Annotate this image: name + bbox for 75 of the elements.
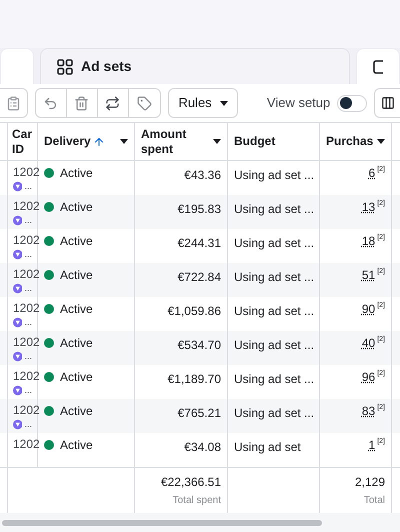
grid-icon	[57, 58, 73, 74]
delivery-status: Active	[60, 200, 93, 214]
tag-icon	[137, 96, 152, 110]
budget-text: Using ad set ...	[234, 236, 314, 250]
amount-spent: €195.83	[178, 202, 221, 216]
amount-spent: €244.31	[178, 236, 221, 250]
column-header[interactable]: Amount spent	[135, 123, 228, 160]
view-setup-label: View setup	[266, 94, 330, 112]
rules-dropdown[interactable]: Rules	[168, 88, 238, 118]
shield-icon	[13, 248, 22, 260]
delivery-status: Active	[60, 234, 93, 248]
tab[interactable]: Ad sets	[40, 48, 350, 84]
id-cell: 1202	[8, 433, 38, 467]
purchases-value[interactable]: 40	[362, 336, 376, 365]
caret-icon	[120, 139, 128, 144]
window-icon	[373, 60, 383, 74]
total-spent-label: Total spent	[172, 494, 221, 508]
budget-text: Using ad set ...	[234, 406, 314, 420]
purchases-value[interactable]: 96	[362, 370, 376, 399]
amount-spent: €765.21	[178, 406, 221, 420]
shield-icon	[13, 384, 22, 396]
shield-icon	[13, 282, 22, 294]
amount-spent: €534.70	[178, 338, 221, 352]
column-header[interactable]: Car ID	[8, 123, 38, 160]
delivery-status: Active	[60, 268, 93, 282]
delivery-status: Active	[60, 404, 93, 418]
purchases-value[interactable]: 90	[362, 302, 376, 331]
columns-button[interactable]	[374, 88, 400, 118]
sort-arrow-icon	[92, 136, 105, 148]
purchases-value[interactable]: 6	[368, 166, 376, 195]
delivery-status: Active	[60, 370, 93, 384]
clipboard-button[interactable]	[0, 88, 28, 118]
trash-icon	[74, 96, 90, 110]
repeat-icon	[105, 96, 120, 110]
purchases-value[interactable]: 51	[362, 268, 376, 297]
shield-icon	[13, 350, 22, 362]
delivery-status: Active	[60, 336, 93, 350]
purchases-value[interactable]: 18	[362, 234, 376, 263]
amount-spent: €1,189.70	[168, 372, 221, 386]
undo-icon	[43, 96, 58, 110]
purchases-value[interactable]: 13	[362, 200, 376, 229]
budget-text: Using ad set	[234, 440, 301, 454]
amount-spent: €1,059.86	[168, 304, 221, 318]
shield-icon	[13, 316, 22, 328]
total-purchases-value: 2,129	[354, 474, 385, 491]
caret-icon	[377, 139, 385, 144]
clipboard-icon	[6, 96, 21, 110]
budget-text: Using ad set ...	[234, 338, 314, 352]
shield-icon	[13, 214, 22, 226]
purchases-value[interactable]: 1	[368, 438, 376, 467]
view-setup-toggle[interactable]	[337, 94, 368, 112]
total-spent-value: €22,366.51	[160, 474, 221, 491]
budget-text: Using ad set ...	[234, 304, 314, 318]
budget-text: Using ad set ...	[234, 372, 314, 386]
caret-icon	[220, 100, 228, 106]
delivery-status: Active	[60, 302, 93, 316]
amount-spent: €34.08	[184, 440, 221, 454]
column-header[interactable]: Delivery	[38, 123, 135, 160]
budget-text: Using ad set ...	[234, 202, 314, 216]
total-purchases-label: Total	[364, 494, 385, 508]
caret-icon	[213, 139, 221, 144]
delivery-status: Active	[60, 166, 93, 180]
column-header[interactable]: Budget	[228, 123, 320, 160]
scrollbar-thumb[interactable]	[2, 520, 322, 526]
budget-text: Using ad set ...	[234, 168, 314, 182]
shield-icon	[13, 180, 22, 192]
budget-text: Using ad set ...	[234, 270, 314, 284]
purchases-value[interactable]: 83	[362, 404, 376, 433]
amount-spent: €43.36	[184, 168, 221, 182]
tab[interactable]	[356, 48, 400, 84]
column-header[interactable]: Purchas	[320, 123, 392, 160]
columns-icon	[380, 96, 395, 110]
shield-icon	[13, 418, 22, 430]
amount-spent: €722.84	[178, 270, 221, 284]
delivery-status: Active	[60, 438, 93, 452]
